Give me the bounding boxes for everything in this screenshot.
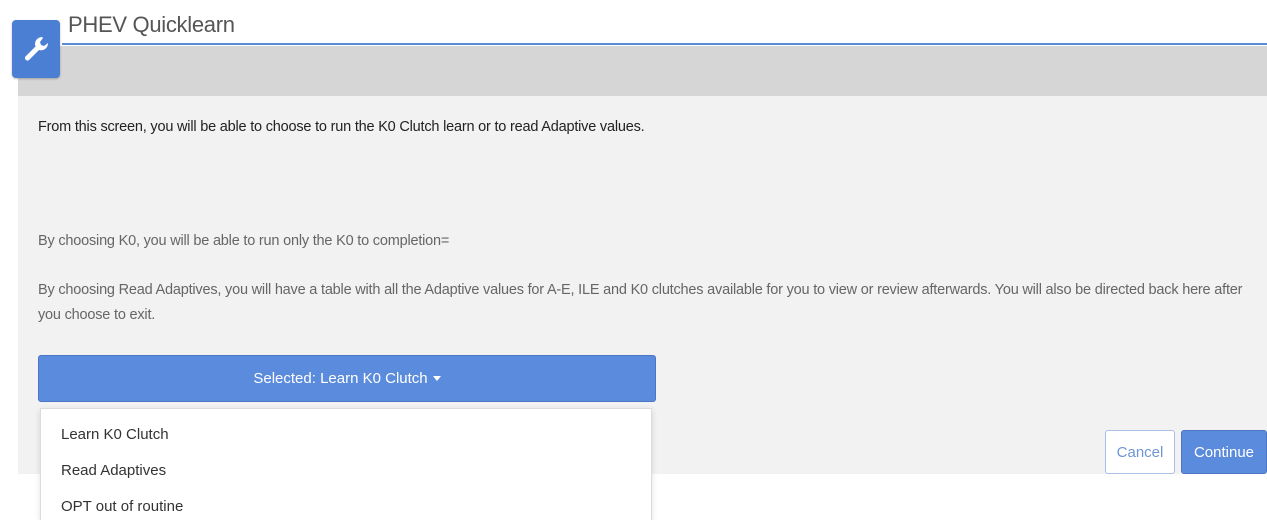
app-header: PHEV Quicklearn [0, 0, 1267, 46]
app-title: PHEV Quicklearn [68, 12, 235, 37]
app-window: PHEV Quicklearn From this screen, you wi… [0, 0, 1267, 520]
routine-select-button[interactable]: Selected: Learn K0 Clutch [38, 355, 656, 402]
dropdown-item-learn-k0[interactable]: Learn K0 Clutch [61, 426, 169, 443]
cancel-button[interactable]: Cancel [1105, 430, 1175, 474]
adaptives-info-text: By choosing Read Adaptives, you will hav… [38, 282, 1243, 323]
wrench-icon [12, 20, 60, 78]
header-divider [62, 43, 1267, 45]
k0-info-text: By choosing K0, you will be able to run … [38, 233, 450, 249]
toolbar-band [18, 46, 1267, 96]
dropdown-item-read-adaptives[interactable]: Read Adaptives [61, 462, 166, 479]
routine-select-label: Selected: Learn K0 Clutch [253, 370, 428, 387]
intro-text: From this screen, you will be able to ch… [38, 119, 645, 135]
continue-button[interactable]: Continue [1181, 430, 1267, 474]
routine-dropdown-menu: Learn K0 Clutch Read Adaptives OPT out o… [40, 408, 652, 520]
dropdown-item-opt-out[interactable]: OPT out of routine [61, 498, 183, 515]
caret-down-icon [432, 376, 441, 381]
